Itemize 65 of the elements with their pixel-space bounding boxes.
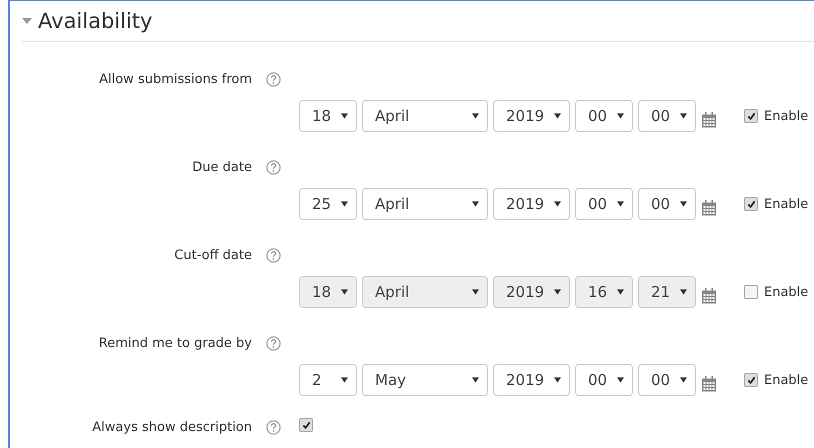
enable-label: Enable (764, 108, 808, 124)
dropdown[interactable]: 00 (575, 188, 633, 220)
caret-icon (554, 377, 561, 383)
dropdown[interactable]: 2 (299, 364, 357, 396)
caret-icon (617, 201, 624, 207)
calendar-icon[interactable] (702, 200, 716, 216)
field-label: Cut-off date (173, 248, 252, 262)
caret-icon (341, 201, 348, 207)
collapse-caret-icon[interactable] (22, 16, 32, 26)
caret-icon (617, 377, 624, 383)
dropdown[interactable]: 00 (638, 188, 696, 220)
caret-icon (341, 113, 348, 119)
dropdown[interactable]: 18 (299, 100, 357, 132)
enable-label: Enable (764, 372, 808, 388)
dropdown[interactable]: 2019 (493, 188, 570, 220)
help-icon[interactable] (266, 248, 281, 262)
field-label: Due date (191, 160, 252, 174)
calendar-icon[interactable] (702, 288, 716, 304)
dropdown[interactable]: 00 (638, 100, 696, 132)
dropdown[interactable]: 16 (575, 276, 633, 308)
help-icon[interactable] (266, 336, 281, 350)
caret-icon (554, 201, 561, 207)
caret-icon (680, 289, 687, 295)
enable-label: Enable (764, 196, 808, 212)
help-icon[interactable] (266, 72, 281, 86)
description-checkbox[interactable] (299, 418, 313, 432)
dropdown[interactable]: 18 (299, 276, 357, 308)
caret-icon (472, 201, 479, 207)
enable-checkbox[interactable] (744, 109, 758, 123)
dropdown[interactable]: 00 (638, 364, 696, 396)
field-label: Always show description (91, 420, 252, 434)
dropdown[interactable]: April (362, 188, 488, 220)
enable-label: Enable (764, 284, 808, 300)
caret-icon (472, 377, 479, 383)
caret-icon (472, 113, 479, 119)
dropdown[interactable]: 2019 (493, 364, 570, 396)
caret-icon (680, 201, 687, 207)
calendar-icon[interactable] (702, 112, 716, 128)
dropdown[interactable]: May (362, 364, 488, 396)
dropdown[interactable]: 2019 (493, 276, 570, 308)
caret-icon (341, 289, 348, 295)
caret-icon (472, 289, 479, 295)
dropdown[interactable]: 00 (575, 100, 633, 132)
section-title[interactable]: Availability (38, 9, 152, 33)
help-icon[interactable] (266, 160, 281, 174)
dropdown[interactable]: April (362, 276, 488, 308)
caret-icon (680, 113, 687, 119)
caret-icon (554, 113, 561, 119)
dropdown[interactable]: 25 (299, 188, 357, 220)
dropdown[interactable]: 21 (638, 276, 696, 308)
help-icon[interactable] (266, 420, 281, 434)
caret-icon (617, 113, 624, 119)
enable-checkbox[interactable] (744, 197, 758, 211)
enable-checkbox[interactable] (744, 285, 758, 299)
enable-checkbox[interactable] (744, 373, 758, 387)
caret-icon (617, 289, 624, 295)
dropdown[interactable]: 2019 (493, 100, 570, 132)
dropdown[interactable]: 00 (575, 364, 633, 396)
field-label: Remind me to grade by (98, 336, 252, 350)
caret-icon (680, 377, 687, 383)
field-label: Allow submissions from (98, 72, 252, 86)
calendar-icon[interactable] (702, 376, 716, 392)
caret-icon (341, 377, 348, 383)
dropdown[interactable]: April (362, 100, 488, 132)
caret-icon (554, 289, 561, 295)
